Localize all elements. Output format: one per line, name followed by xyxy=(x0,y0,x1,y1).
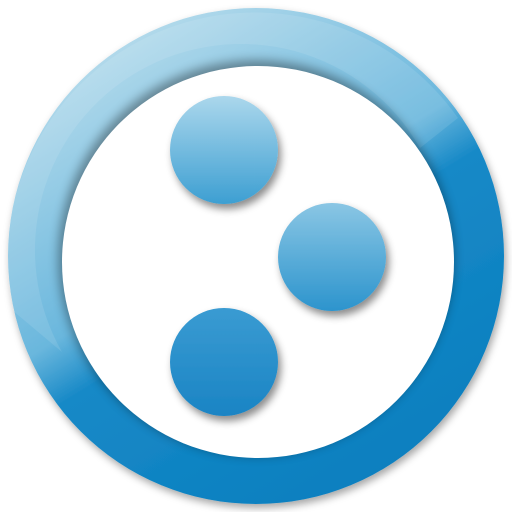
app-logo xyxy=(7,8,504,504)
dot-bottom xyxy=(170,308,278,416)
dot-top xyxy=(170,96,278,204)
dot-middle xyxy=(278,203,386,311)
